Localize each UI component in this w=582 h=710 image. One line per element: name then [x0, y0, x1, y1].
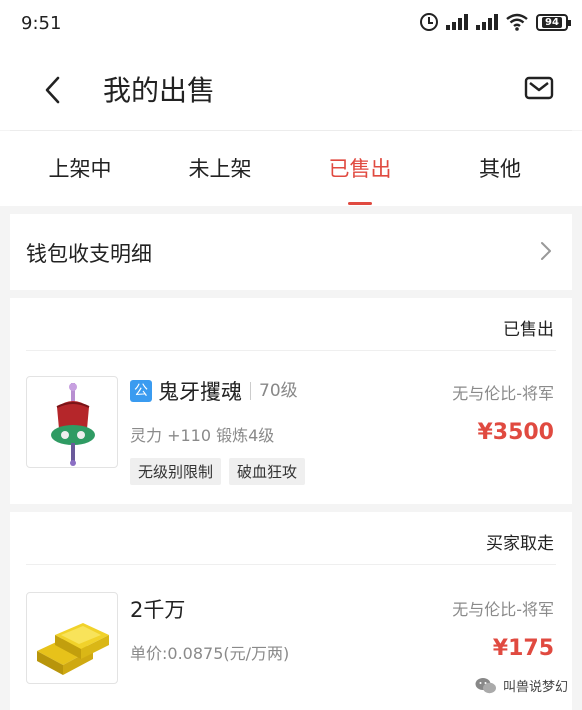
page-title: 我的出售	[103, 74, 216, 107]
item-tag: 无级别限制	[130, 458, 222, 485]
item-name: 鬼牙攫魂	[158, 380, 242, 404]
signal-icon	[446, 14, 468, 30]
wallet-details-row[interactable]: 钱包收支明细	[10, 214, 572, 290]
status-bar: 9:51 94	[0, 0, 582, 50]
status-time: 9:51	[21, 13, 62, 34]
tab-sold[interactable]: 已售出	[295, 153, 425, 183]
item-attributes: 灵力 +110 锻炼4级	[130, 426, 275, 445]
gold-bars-icon	[37, 623, 109, 675]
unit-price: 单价:0.0875(元/万两)	[130, 644, 290, 663]
signal-icon-2	[476, 14, 498, 30]
item-thumbnail-weapon	[26, 376, 118, 468]
mail-icon[interactable]	[524, 75, 554, 101]
back-icon[interactable]	[40, 74, 68, 106]
card-divider	[26, 350, 556, 351]
chevron-right-icon	[541, 242, 551, 260]
item-level: 70级	[250, 382, 298, 400]
tab-listed[interactable]: 上架中	[15, 153, 145, 183]
item-thumbnail-gold	[26, 592, 118, 684]
seller-server: 无与伦比-将军	[452, 600, 554, 619]
item-tag: 破血狂攻	[229, 458, 306, 485]
nav-bar: 我的出售	[0, 50, 582, 130]
tab-active-indicator	[348, 202, 372, 205]
watermark: 叫兽说梦幻	[475, 676, 568, 695]
item-title-row: 公 鬼牙攫魂 70级	[130, 376, 298, 406]
status-icons: 94	[420, 13, 571, 31]
seller-server: 无与伦比-将军	[452, 384, 554, 403]
alarm-clock-icon	[420, 13, 438, 31]
item-name: 2千万	[130, 598, 186, 622]
battery-level: 94	[542, 16, 562, 28]
tab-unlisted[interactable]: 未上架	[155, 153, 285, 183]
wallet-details-label: 钱包收支明细	[26, 242, 152, 266]
weapon-image-icon	[51, 383, 95, 466]
tab-other[interactable]: 其他	[435, 153, 565, 183]
item-price: ¥3500	[477, 420, 554, 445]
item-price: ¥175	[492, 636, 554, 661]
order-card[interactable]: 已售出 公 鬼牙攫魂 70级 灵力 +110 锻炼4级 无级别限制 破血狂攻 无…	[10, 298, 572, 504]
watermark-text: 叫兽说梦幻	[502, 680, 568, 695]
wechat-icon	[475, 677, 496, 693]
order-status: 买家取走	[486, 534, 554, 554]
card-divider	[26, 564, 556, 565]
order-status: 已售出	[503, 320, 554, 340]
tag-row: 无级别限制 破血狂攻	[130, 458, 306, 485]
wifi-icon	[506, 13, 528, 31]
tab-bar: 上架中 未上架 已售出 其他	[0, 131, 582, 206]
battery-icon: 94	[536, 13, 571, 31]
item-title-row: 2千万	[130, 594, 185, 624]
public-badge: 公	[130, 380, 152, 402]
